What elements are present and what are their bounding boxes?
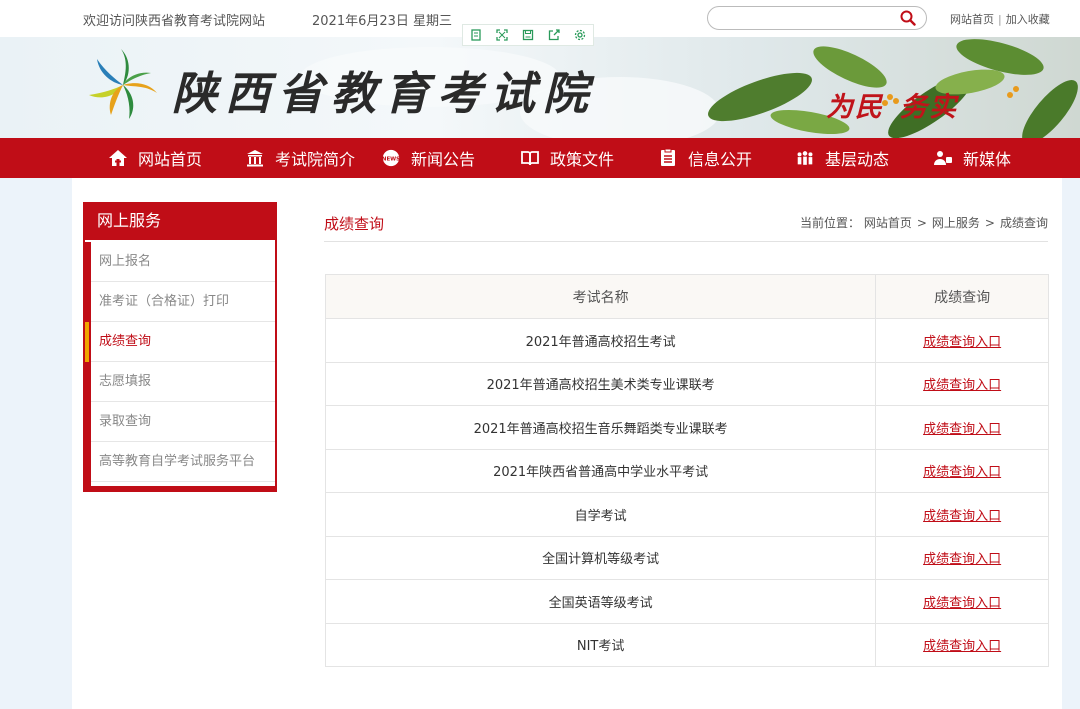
search-input[interactable] — [720, 10, 890, 26]
nav-label: 基层动态 — [825, 150, 890, 169]
nav-label: 新闻公告 — [411, 150, 476, 169]
nav-label: 网站首页 — [138, 150, 203, 169]
sidebar-title: 网上服务 — [83, 202, 277, 240]
nav-item-news[interactable]: NEWS 新闻公告 — [381, 138, 475, 178]
table-header-row: 考试名称 成绩查询 — [324, 274, 1049, 319]
divider — [324, 241, 1048, 242]
share-icon[interactable] — [541, 25, 567, 45]
site-banner: 陕西省教育考试院 为民 务实 — [0, 37, 1080, 138]
settings-icon[interactable] — [567, 25, 593, 45]
sidebar-item-application[interactable]: 志愿填报 — [91, 362, 275, 402]
svg-text:NEWS: NEWS — [382, 156, 400, 162]
main-nav: 网站首页 考试院简介 NEWS 新闻公告 政策文件 信息公开 基层动态 新媒体 — [0, 138, 1080, 178]
nav-item-info[interactable]: 信息公开 — [658, 138, 752, 178]
column-header-score-query: 成绩查询 — [875, 274, 1049, 319]
top-links: 网站首页 | 加入收藏 — [950, 11, 1050, 27]
slogan-part-2: 务实 — [900, 92, 958, 123]
search-box — [707, 6, 927, 30]
table-row: 2021年普通高校招生考试 成绩查询入口 — [324, 318, 1049, 363]
nav-item-media[interactable]: 新媒体 — [933, 138, 1011, 178]
score-query-link[interactable]: 成绩查询入口 — [923, 378, 1001, 393]
sidebar-list: 网上报名 准考证（合格证）打印 成绩查询 志愿填报 录取查询 高等教育自学考试服… — [85, 242, 275, 482]
sidebar-item-admission-query[interactable]: 录取查询 — [91, 402, 275, 442]
exam-name: 2021年普通高校招生音乐舞蹈类专业课联考 — [324, 405, 877, 450]
page-icon[interactable] — [463, 25, 489, 45]
column-header-exam-name: 考试名称 — [324, 274, 877, 319]
book-icon — [520, 148, 540, 168]
table-row: 2021年普通高校招生音乐舞蹈类专业课联考 成绩查询入口 — [324, 405, 1049, 450]
score-query-link[interactable]: 成绩查询入口 — [923, 422, 1001, 437]
building-icon — [245, 148, 265, 168]
home-link[interactable]: 网站首页 — [950, 13, 994, 26]
exam-name: 全国英语等级考试 — [324, 579, 877, 624]
date-text: 2021年6月23日 星期三 — [312, 14, 453, 29]
welcome-text: 欢迎访问陕西省教育考试院网站 — [83, 14, 266, 29]
nav-label: 信息公开 — [688, 150, 753, 169]
news-icon: NEWS — [381, 148, 401, 168]
save-icon[interactable] — [515, 25, 541, 45]
search-icon[interactable] — [900, 10, 916, 26]
people-icon — [795, 148, 815, 168]
slogan: 为民 务实 — [826, 85, 974, 124]
table-row: 2021年陕西省普通高中学业水平考试 成绩查询入口 — [324, 448, 1049, 493]
table-row: 全国英语等级考试 成绩查询入口 — [324, 579, 1049, 624]
document-icon — [658, 148, 678, 168]
exam-name: 2021年普通高校招生考试 — [324, 318, 877, 363]
home-icon — [108, 148, 128, 168]
sidebar-item-admission-ticket[interactable]: 准考证（合格证）打印 — [91, 282, 275, 322]
breadcrumb-home[interactable]: 网站首页 — [864, 216, 912, 230]
score-query-link[interactable]: 成绩查询入口 — [923, 552, 1001, 567]
site-logo-icon — [89, 49, 157, 119]
exam-name: 2021年陕西省普通高中学业水平考试 — [324, 448, 877, 493]
breadcrumb-separator: > — [984, 216, 995, 230]
nav-label: 新媒体 — [963, 150, 1012, 169]
score-query-link[interactable]: 成绩查询入口 — [923, 465, 1001, 480]
exam-name: 2021年普通高校招生美术类专业课联考 — [324, 361, 877, 406]
score-query-link[interactable]: 成绩查询入口 — [923, 639, 1001, 654]
score-query-table: 考试名称 成绩查询 2021年普通高校招生考试 成绩查询入口 2021年普通高校… — [324, 274, 1049, 667]
accessibility-toolbar — [462, 24, 594, 46]
media-icon — [933, 148, 953, 168]
table-row: 全国计算机等级考试 成绩查询入口 — [324, 535, 1049, 580]
exam-name: 自学考试 — [324, 492, 877, 537]
breadcrumb-separator: > — [916, 216, 927, 230]
sidebar-item-self-study-platform[interactable]: 高等教育自学考试服务平台 — [91, 442, 275, 482]
sidebar: 网上服务 网上报名 准考证（合格证）打印 成绩查询 志愿填报 录取查询 高等教育… — [83, 202, 277, 492]
fullscreen-icon[interactable] — [489, 25, 515, 45]
slogan-part-1: 为民 — [826, 92, 884, 123]
nav-label: 政策文件 — [550, 150, 615, 169]
exam-name: NIT考试 — [324, 622, 877, 667]
link-separator: | — [998, 13, 1002, 26]
nav-label: 考试院简介 — [275, 150, 356, 169]
score-query-link[interactable]: 成绩查询入口 — [923, 335, 1001, 350]
table-row: 2021年普通高校招生美术类专业课联考 成绩查询入口 — [324, 361, 1049, 406]
nav-item-policy[interactable]: 政策文件 — [520, 138, 614, 178]
favorite-link[interactable]: 加入收藏 — [1006, 13, 1050, 26]
table-row: 自学考试 成绩查询入口 — [324, 492, 1049, 537]
nav-item-about[interactable]: 考试院简介 — [245, 138, 355, 178]
nav-item-local[interactable]: 基层动态 — [795, 138, 889, 178]
sidebar-item-score-query[interactable]: 成绩查询 — [85, 322, 275, 362]
page-title: 成绩查询 — [324, 215, 385, 233]
breadcrumb-current: 成绩查询 — [999, 216, 1048, 230]
exam-name: 全国计算机等级考试 — [324, 535, 877, 580]
score-query-link[interactable]: 成绩查询入口 — [923, 509, 1001, 524]
score-query-link[interactable]: 成绩查询入口 — [923, 596, 1001, 611]
sidebar-item-registration[interactable]: 网上报名 — [91, 242, 275, 282]
nav-item-home[interactable]: 网站首页 — [108, 138, 202, 178]
breadcrumb-service[interactable]: 网上服务 — [932, 216, 980, 230]
breadcrumb: 当前位置： 网站首页 > 网上服务 > 成绩查询 — [800, 214, 1048, 231]
table-row: NIT考试 成绩查询入口 — [324, 622, 1049, 667]
breadcrumb-prefix: 当前位置： — [799, 216, 860, 230]
site-name: 陕西省教育考试院 — [172, 67, 597, 120]
